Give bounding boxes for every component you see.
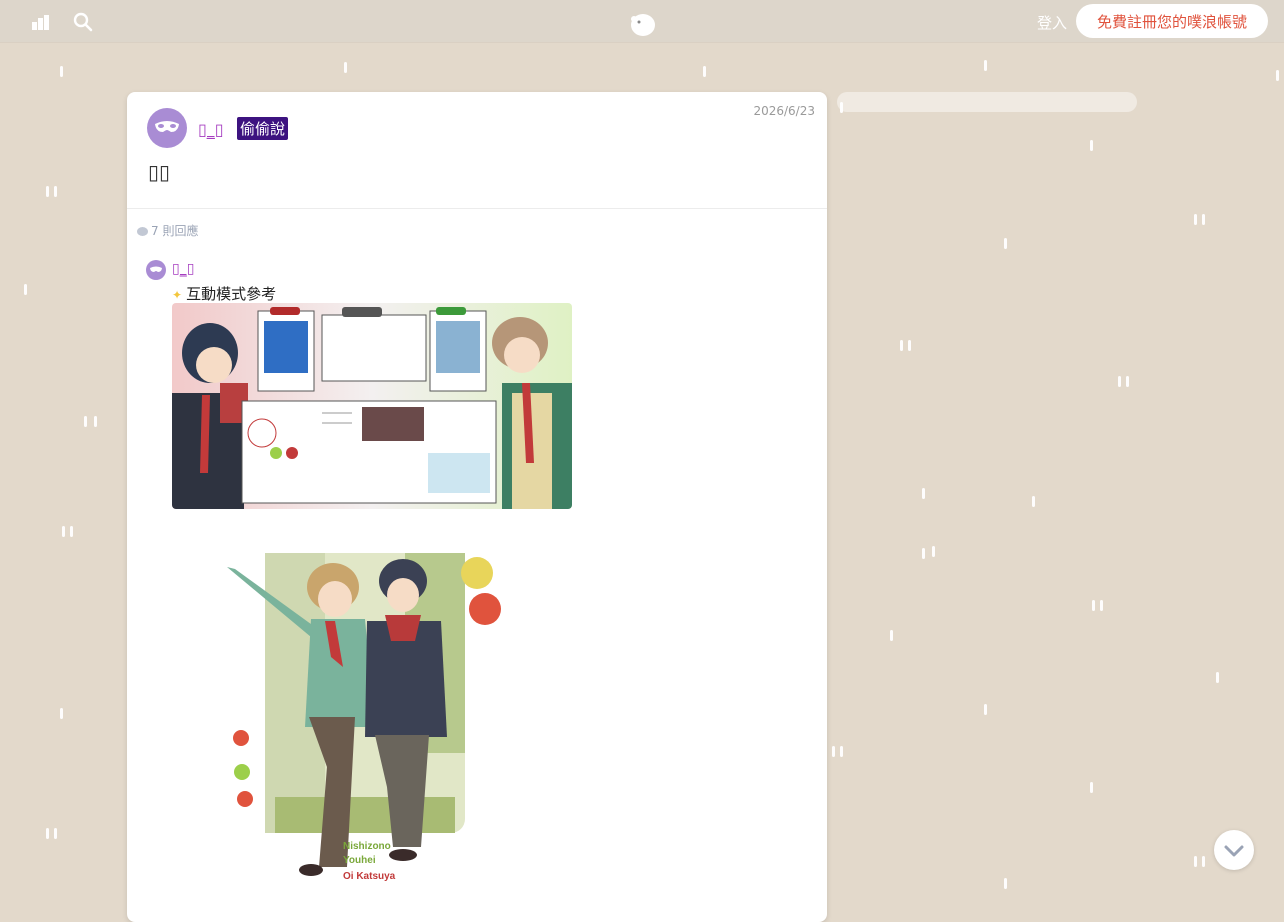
caption-line-3: Oi Katsuya xyxy=(343,871,396,882)
reply-avatar[interactable] xyxy=(146,260,166,280)
sidebar-placeholder xyxy=(837,92,1137,112)
signup-button[interactable]: 免費註冊您的噗浪帳號 xyxy=(1076,4,1268,38)
divider xyxy=(127,208,827,209)
post-content: ▯▯ xyxy=(148,160,171,184)
search-icon[interactable] xyxy=(72,11,94,33)
post-qualifier: 偷偷說 xyxy=(237,117,289,140)
scroll-down-button[interactable] xyxy=(1214,830,1254,870)
plurk-logo-icon[interactable] xyxy=(626,10,658,38)
caption-line-2: Youhei xyxy=(343,855,376,866)
post-author[interactable]: ▯_▯ xyxy=(198,120,224,139)
attached-image-illustration[interactable]: Nishizono Youhei Oi Katsuya xyxy=(215,547,510,892)
response-count-label: 7 則回應 xyxy=(151,224,199,238)
attached-image-comic[interactable] xyxy=(172,303,572,509)
sparkle-icon: ✦ xyxy=(172,288,183,302)
reply-author[interactable]: ▯_▯ xyxy=(172,261,194,277)
post-date: 2026/6/23 xyxy=(753,104,815,118)
login-link[interactable]: 登入 xyxy=(1037,12,1067,33)
stats-icon[interactable] xyxy=(30,11,52,33)
reply-text: ✦ 互動模式參考 xyxy=(172,283,276,304)
response-count[interactable]: 7 則回應 xyxy=(137,222,198,239)
top-bar: 登入 免費註冊您的噗浪帳號 xyxy=(0,0,1284,42)
mask-avatar-icon[interactable] xyxy=(147,108,187,148)
plurk-card: ▯_▯ 偷偷說 2026/6/23 ▯▯ 7 則回應 ▯_▯ ✦互動模式參考 xyxy=(127,92,827,922)
chevron-down-icon xyxy=(1224,845,1244,857)
reply-text-label: 互動模式參考 xyxy=(186,285,277,303)
speech-bubble-icon xyxy=(137,227,148,236)
caption-line-1: Nishizono xyxy=(343,841,391,852)
